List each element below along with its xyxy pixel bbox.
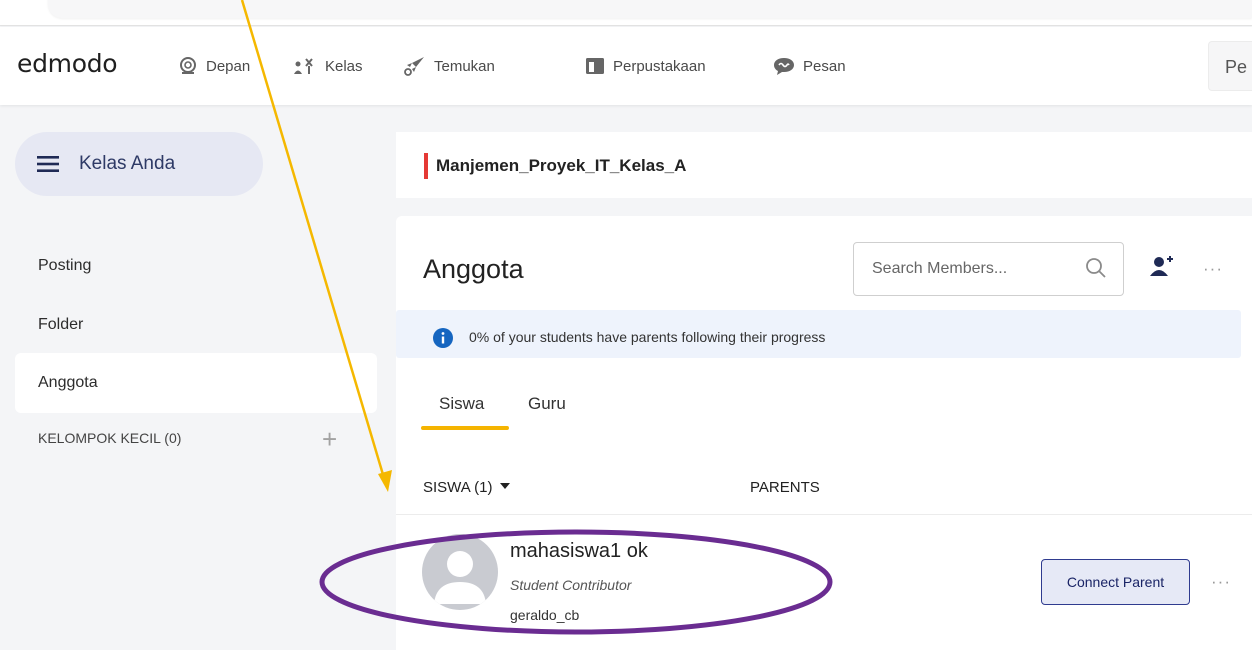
member-role: Student Contributor xyxy=(510,577,632,593)
class-icon xyxy=(294,58,313,74)
browser-top-strip xyxy=(0,0,1252,26)
students-column-header[interactable]: SISWA (1) xyxy=(423,479,511,496)
add-small-group-icon[interactable]: + xyxy=(322,424,337,455)
caret-down-icon xyxy=(500,483,511,489)
add-member-icon[interactable] xyxy=(1150,254,1176,278)
parents-column-header: PARENTS xyxy=(750,479,820,496)
top-nav-bar: edmodo Depan Kelas Temukan Perpustakaan … xyxy=(0,27,1252,105)
members-title: Anggota xyxy=(423,254,524,284)
message-icon xyxy=(774,58,794,75)
hamburger-menu-icon xyxy=(37,156,59,172)
your-classes-button[interactable]: Kelas Anda xyxy=(15,132,263,196)
search-icon[interactable] xyxy=(1085,257,1107,279)
class-title[interactable]: Manjemen_Proyek_IT_Kelas_A xyxy=(436,156,686,176)
tab-guru[interactable]: Guru xyxy=(528,394,566,414)
class-color-marker xyxy=(424,153,428,179)
parents-info-text: 0% of your students have parents followi… xyxy=(469,329,826,345)
nav-item-depan[interactable]: Depan xyxy=(178,27,250,105)
annotation-arrow-head xyxy=(378,470,392,492)
user-placeholder-icon xyxy=(434,551,486,604)
sidebar-item-anggota[interactable]: Anggota xyxy=(38,374,98,392)
globe-icon xyxy=(180,57,196,74)
members-more-options-icon[interactable]: ··· xyxy=(1203,259,1223,279)
connect-parent-button[interactable]: Connect Parent xyxy=(1041,559,1190,605)
nav-label: Kelas xyxy=(325,57,363,75)
nav-label: Pesan xyxy=(803,57,846,75)
member-username: geraldo_cb xyxy=(510,607,580,623)
member-more-options-icon[interactable]: ··· xyxy=(1211,572,1231,592)
nav-label: Depan xyxy=(206,57,251,75)
nav-label: Perpustakaan xyxy=(613,57,706,75)
nav-item-perpustakaan[interactable]: Perpustakaan xyxy=(585,27,706,105)
header-search-input[interactable]: Pe xyxy=(1208,41,1252,91)
browser-address-area xyxy=(48,0,1252,18)
tab-siswa[interactable]: Siswa xyxy=(439,394,484,414)
members-card: Anggota ··· 0% of your students have par… xyxy=(396,216,1252,650)
sidebar-item-posting[interactable]: Posting xyxy=(38,257,91,275)
small-groups-heading: KELOMPOK KECIL (0) xyxy=(38,430,182,446)
rocket-icon xyxy=(404,57,424,76)
active-tab-indicator xyxy=(421,426,509,430)
class-title-bar: Manjemen_Proyek_IT_Kelas_A xyxy=(396,132,1252,198)
search-members-input[interactable] xyxy=(853,242,1124,296)
nav-item-temukan[interactable]: Temukan xyxy=(402,27,495,105)
info-icon xyxy=(433,328,453,348)
avatar[interactable] xyxy=(422,534,498,610)
edmodo-logo[interactable]: edmodo xyxy=(17,49,118,78)
sidebar-item-folder[interactable]: Folder xyxy=(38,316,83,334)
member-name[interactable]: mahasiswa1 ok xyxy=(510,540,648,563)
nav-label: Temukan xyxy=(434,57,495,75)
nav-item-kelas[interactable]: Kelas xyxy=(293,27,363,105)
students-column-label: SISWA (1) xyxy=(423,479,493,496)
library-icon xyxy=(586,58,604,74)
nav-item-pesan[interactable]: Pesan xyxy=(773,27,846,105)
your-classes-label: Kelas Anda xyxy=(79,153,176,174)
header-divider xyxy=(396,514,1252,515)
